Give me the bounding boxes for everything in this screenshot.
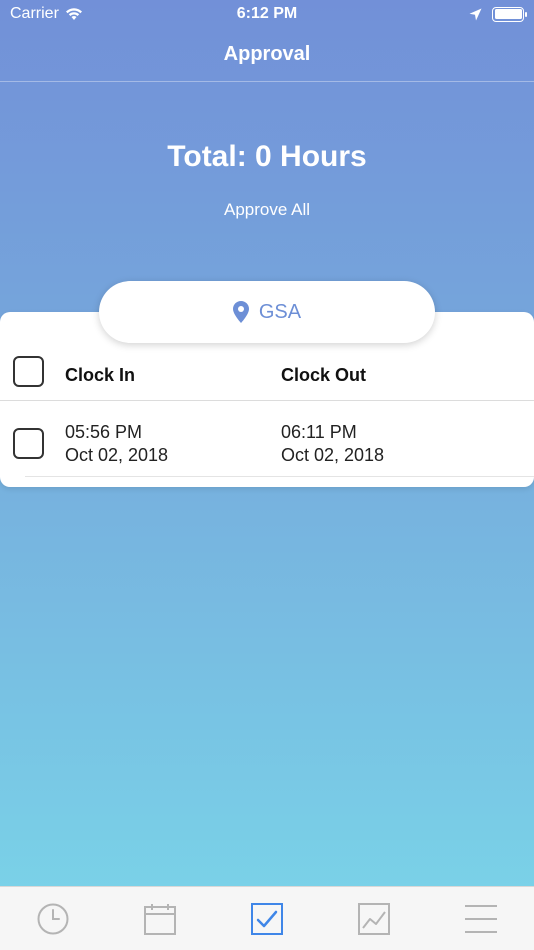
carrier-label: Carrier — [10, 5, 59, 22]
status-right — [469, 6, 527, 22]
page-title: Approval — [223, 43, 311, 65]
location-name: GSA — [258, 300, 302, 323]
row-checkbox[interactable] — [13, 428, 44, 459]
tab-approval[interactable] — [237, 894, 297, 944]
tab-clock[interactable] — [23, 894, 83, 944]
tab-bar — [0, 886, 534, 950]
clock-out-time: 06:11 PM — [281, 422, 357, 442]
clock-out-cell: 06:11 PM Oct 02, 2018 — [281, 421, 384, 467]
select-all-checkbox[interactable] — [13, 356, 44, 387]
row-divider — [25, 476, 534, 477]
wifi-icon — [65, 8, 82, 20]
clock-in-date: Oct 02, 2018 — [65, 445, 169, 465]
calendar-icon — [144, 903, 177, 935]
clock-out-date: Oct 02, 2018 — [281, 445, 385, 465]
clock-icon — [37, 903, 69, 934]
tab-menu[interactable] — [451, 894, 511, 944]
status-bar: Carrier 6:12 PM — [0, 0, 534, 28]
clock-in-time: 05:56 PM — [65, 422, 143, 442]
tab-reports[interactable] — [344, 894, 404, 944]
clock-out-header: Clock Out — [281, 365, 367, 385]
nav-bar: Approval — [0, 28, 534, 82]
location-arrow-icon — [469, 8, 482, 20]
clock-in-cell: 05:56 PM Oct 02, 2018 — [65, 421, 168, 467]
battery-icon — [492, 6, 527, 22]
battery-fill — [494, 9, 522, 19]
header-divider — [0, 400, 534, 401]
menu-icon — [464, 904, 497, 933]
status-left: Carrier — [10, 5, 83, 23]
approval-check-icon — [250, 902, 283, 935]
approve-all-button[interactable]: Approve All — [0, 200, 534, 220]
chart-icon — [357, 902, 390, 935]
map-pin-icon — [232, 301, 249, 323]
location-selector[interactable]: GSA — [99, 281, 435, 343]
total-hours-label: Total: 0 Hours — [167, 140, 367, 173]
tab-calendar[interactable] — [130, 894, 190, 944]
clock-in-header: Clock In — [65, 365, 136, 385]
